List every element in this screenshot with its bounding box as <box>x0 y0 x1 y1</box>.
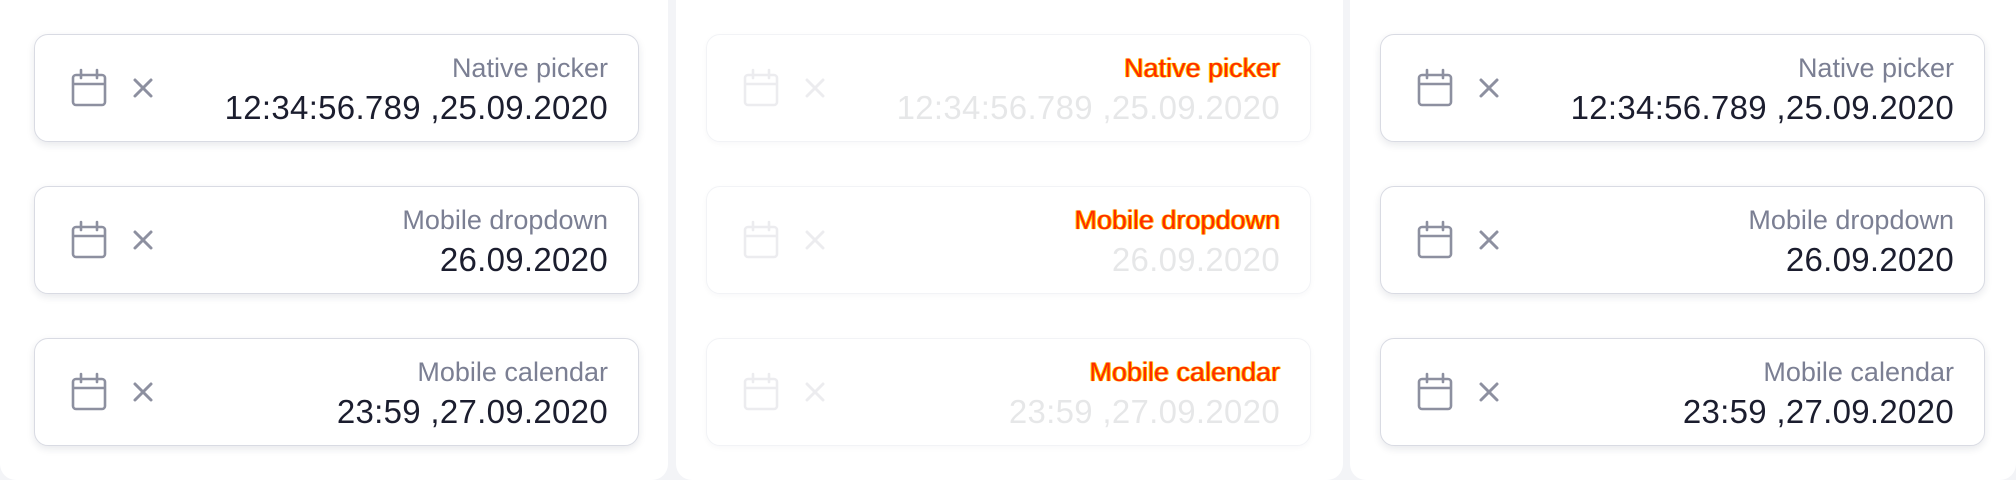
field-label: Mobile calendar <box>1089 357 1280 387</box>
close-icon[interactable] <box>1471 374 1507 410</box>
field-value: 26.09.2020 <box>1111 241 1280 278</box>
close-icon <box>797 70 833 106</box>
field-label: Mobile dropdown <box>402 205 608 235</box>
native-picker-field[interactable]: Native picker 12:34:56.789 ,25.09.2020 <box>1380 34 1985 142</box>
field-text: Mobile dropdown 26.09.2020 <box>402 203 608 281</box>
field-label: Native picker <box>1123 53 1280 83</box>
calendar-icon[interactable] <box>67 64 111 112</box>
field-value: 12:34:56.789 ,25.09.2020 <box>896 89 1280 126</box>
field-text: Mobile calendar 23:59 ,27.09.2020 <box>1009 355 1280 433</box>
field-value[interactable]: 26.09.2020 <box>402 239 608 281</box>
field-value[interactable]: 23:59 ,27.09.2020 <box>337 391 608 433</box>
mobile-calendar-field[interactable]: Mobile calendar 23:59 ,27.09.2020 <box>1380 338 1985 446</box>
column-disabled: Native picker 12:34:56.789 ,25.09.2020 M… <box>676 0 1343 480</box>
field-value[interactable]: 26.09.2020 <box>1748 239 1954 281</box>
field-label: Mobile dropdown <box>1074 205 1280 235</box>
mobile-calendar-field: Mobile calendar 23:59 ,27.09.2020 <box>706 338 1311 446</box>
calendar-icon[interactable] <box>67 216 111 264</box>
calendar-icon <box>739 368 783 416</box>
mobile-calendar-field[interactable]: Mobile calendar 23:59 ,27.09.2020 <box>34 338 639 446</box>
mobile-dropdown-field[interactable]: Mobile dropdown 26.09.2020 <box>1380 186 1985 294</box>
close-icon[interactable] <box>1471 222 1507 258</box>
demo-stage: Native picker 12:34:56.789 ,25.09.2020 M… <box>0 0 2016 480</box>
close-icon <box>797 374 833 410</box>
calendar-icon[interactable] <box>1413 64 1457 112</box>
calendar-icon[interactable] <box>67 368 111 416</box>
field-text: Mobile calendar 23:59 ,27.09.2020 <box>337 355 608 433</box>
mobile-dropdown-field: Mobile dropdown 26.09.2020 <box>706 186 1311 294</box>
close-icon[interactable] <box>125 374 161 410</box>
native-picker-field[interactable]: Native picker 12:34:56.789 ,25.09.2020 <box>34 34 639 142</box>
field-label: Mobile calendar <box>417 357 608 387</box>
field-text: Mobile calendar 23:59 ,27.09.2020 <box>1683 355 1954 433</box>
column-enabled-left: Native picker 12:34:56.789 ,25.09.2020 M… <box>0 0 668 480</box>
field-text: Mobile dropdown 26.09.2020 <box>1748 203 1954 281</box>
field-value[interactable]: 12:34:56.789 ,25.09.2020 <box>225 87 608 129</box>
field-label: Mobile calendar <box>1763 357 1954 387</box>
calendar-icon <box>739 64 783 112</box>
column-enabled-right: Native picker 12:34:56.789 ,25.09.2020 M… <box>1350 0 2016 480</box>
calendar-icon[interactable] <box>1413 216 1457 264</box>
field-label: Mobile dropdown <box>1748 205 1954 235</box>
field-text: Native picker 12:34:56.789 ,25.09.2020 <box>225 51 608 129</box>
calendar-icon <box>739 216 783 264</box>
calendar-icon[interactable] <box>1413 368 1457 416</box>
field-text: Native picker 12:34:56.789 ,25.09.2020 <box>1571 51 1954 129</box>
field-label: Native picker <box>451 53 608 83</box>
field-value[interactable]: 23:59 ,27.09.2020 <box>1683 391 1954 433</box>
close-icon[interactable] <box>1471 70 1507 106</box>
native-picker-field: Native picker 12:34:56.789 ,25.09.2020 <box>706 34 1311 142</box>
close-icon[interactable] <box>125 70 161 106</box>
field-text: Mobile dropdown 26.09.2020 <box>1074 203 1280 281</box>
field-value: 23:59 ,27.09.2020 <box>1008 393 1280 430</box>
field-text: Native picker 12:34:56.789 ,25.09.2020 <box>897 51 1280 129</box>
close-icon[interactable] <box>125 222 161 258</box>
field-label: Native picker <box>1797 53 1954 83</box>
mobile-dropdown-field[interactable]: Mobile dropdown 26.09.2020 <box>34 186 639 294</box>
field-value[interactable]: 12:34:56.789 ,25.09.2020 <box>1571 87 1954 129</box>
close-icon <box>797 222 833 258</box>
